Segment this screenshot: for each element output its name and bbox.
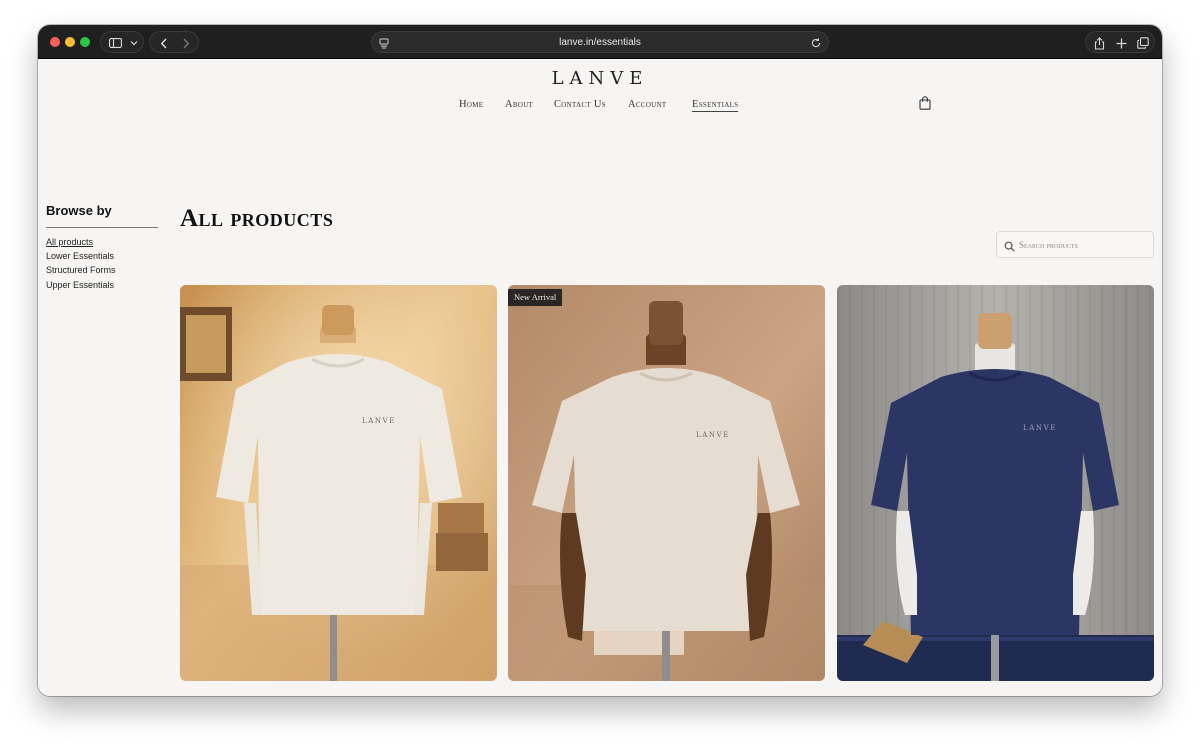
nav-contact-us[interactable]: Contact Us — [554, 99, 606, 110]
product-image: LANVE — [180, 285, 497, 681]
share-icon[interactable] — [1088, 32, 1110, 54]
filter-structured-forms[interactable]: Structured Forms — [46, 265, 116, 275]
forward-button[interactable] — [175, 32, 197, 54]
nav-account[interactable]: Account — [628, 99, 666, 110]
filter-all-products[interactable]: All products — [46, 237, 93, 247]
filter-lower-essentials[interactable]: Lower Essentials — [46, 251, 114, 261]
close-window-button[interactable] — [50, 37, 60, 47]
main-nav: Home About Contact Us Account Essentials — [38, 99, 1162, 115]
search-input[interactable] — [1019, 236, 1149, 254]
chevron-down-icon[interactable] — [126, 32, 142, 54]
shirt-print-label: LANVE — [362, 417, 396, 425]
chevron-left-icon — [160, 38, 167, 48]
browser-window: lanve.in/essentials LANVE Home About Con… — [38, 25, 1162, 696]
nav-home[interactable]: Home — [459, 99, 483, 110]
nav-about[interactable]: About — [505, 99, 533, 110]
page-title: All products — [180, 205, 334, 232]
url-text: lanve.in/essentials — [559, 37, 641, 48]
sidebar-divider — [46, 227, 158, 228]
window-actions-group — [1085, 31, 1155, 53]
address-bar[interactable]: lanve.in/essentials — [371, 31, 829, 53]
minimize-window-button[interactable] — [65, 37, 75, 47]
site-logo[interactable]: LANVE — [38, 68, 1162, 89]
back-button[interactable] — [153, 32, 175, 54]
new-arrival-badge: New Arrival — [508, 289, 563, 306]
product-card[interactable]: LANVE — [180, 285, 497, 681]
search-box[interactable] — [996, 231, 1154, 258]
web-page: LANVE Home About Contact Us Account Esse… — [38, 59, 1162, 696]
tab-overview-icon[interactable] — [1132, 32, 1154, 54]
maximize-window-button[interactable] — [80, 37, 90, 47]
product-image: LANVE — [508, 285, 825, 681]
cart-icon[interactable] — [919, 96, 931, 115]
reload-icon[interactable] — [810, 36, 822, 54]
shirt-print-label: LANVE — [1023, 424, 1057, 432]
chevron-right-icon — [183, 38, 190, 48]
shirt-print-label: LANVE — [696, 431, 730, 439]
browser-titlebar: lanve.in/essentials — [38, 25, 1162, 59]
filter-upper-essentials[interactable]: Upper Essentials — [46, 280, 114, 290]
history-nav-group — [149, 31, 199, 53]
product-image: LANVE — [837, 285, 1154, 681]
new-tab-icon[interactable] — [1110, 32, 1132, 54]
product-card[interactable]: LANVE — [837, 285, 1154, 681]
sidebar-toggle-group — [100, 31, 144, 53]
nav-essentials[interactable]: Essentials — [692, 99, 739, 112]
search-icon — [1004, 239, 1015, 257]
sidebar-icon[interactable] — [105, 32, 125, 54]
product-card[interactable]: LANVE New Arrival — [508, 285, 825, 681]
browse-by-title: Browse by — [46, 203, 112, 218]
